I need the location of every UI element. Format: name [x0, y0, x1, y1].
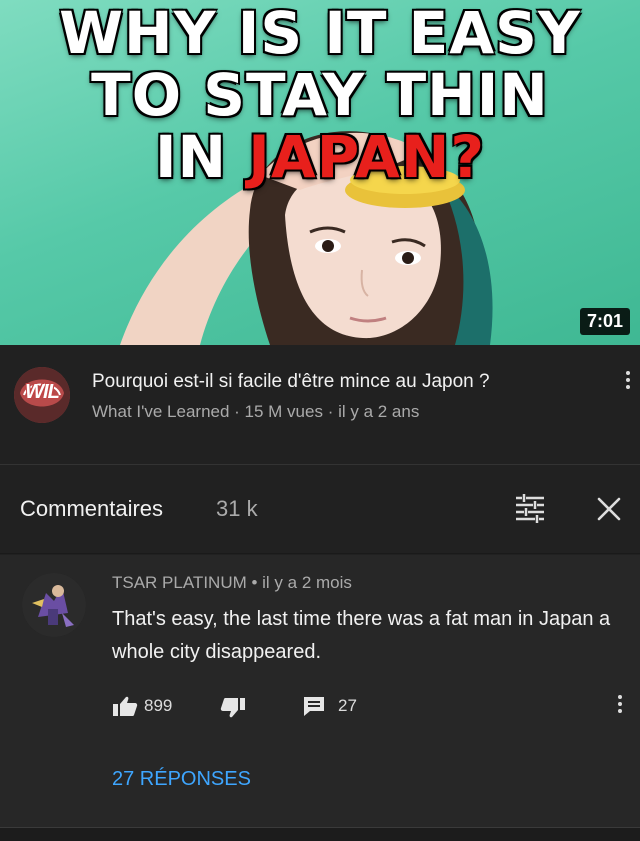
thumbnail-title: WHY IS IT EASY TO STAY THIN IN JAPAN?: [0, 0, 640, 188]
like-button[interactable]: 899: [112, 695, 172, 717]
video-duration: 7:01: [579, 308, 630, 335]
comment-item: TSAR PLATINUM • il y a 2 mois That's eas…: [0, 555, 640, 827]
like-count: 899: [144, 696, 173, 715]
comment-text: That's easy, the last time there was a f…: [112, 608, 611, 663]
comment-more-icon[interactable]: [616, 695, 624, 713]
thumbs-up-icon: [113, 696, 138, 716]
video-title[interactable]: Pourquoi est-il si facile d'être mince a…: [92, 371, 490, 393]
channel-avatar[interactable]: WIL: [14, 367, 70, 423]
comments-count: 31 k: [216, 496, 258, 521]
thumbnail-title-highlight: JAPAN?: [248, 123, 486, 191]
more-vert-icon[interactable]: [624, 371, 632, 389]
thumbnail-title-prefix: IN: [154, 123, 249, 191]
commenter-avatar-image: [22, 573, 86, 637]
comments-label: Commentaires: [20, 496, 164, 521]
video-thumbnail[interactable]: WHY IS IT EASY TO STAY THIN IN JAPAN? 7:…: [0, 0, 640, 345]
thumbnail-title-line: WHY IS IT EASY: [59, 0, 581, 67]
close-icon[interactable]: [596, 496, 622, 522]
dislike-button[interactable]: [220, 697, 246, 719]
bottom-divider: [0, 827, 640, 841]
thumbs-down-icon: [220, 698, 245, 718]
sort-icon[interactable]: [513, 492, 547, 526]
thumbnail-title-line: IN JAPAN?: [0, 126, 640, 188]
comment-icon: [304, 697, 324, 716]
channel-avatar-text: WIL: [25, 381, 60, 403]
reply-count: 27: [338, 696, 357, 715]
comment-author[interactable]: TSAR PLATINUM • il y a 2 mois: [112, 573, 352, 593]
commenter-avatar[interactable]: [22, 573, 86, 637]
thumbnail-title-line: TO STAY THIN: [91, 61, 549, 129]
video-meta: What I've Learned · 15 M vues · il y a 2…: [92, 402, 420, 421]
view-replies-link[interactable]: 27 RÉPONSES: [112, 768, 251, 791]
reply-button[interactable]: 27: [302, 695, 357, 717]
video-info[interactable]: WIL Pourquoi est-il si facile d'être min…: [0, 345, 640, 465]
